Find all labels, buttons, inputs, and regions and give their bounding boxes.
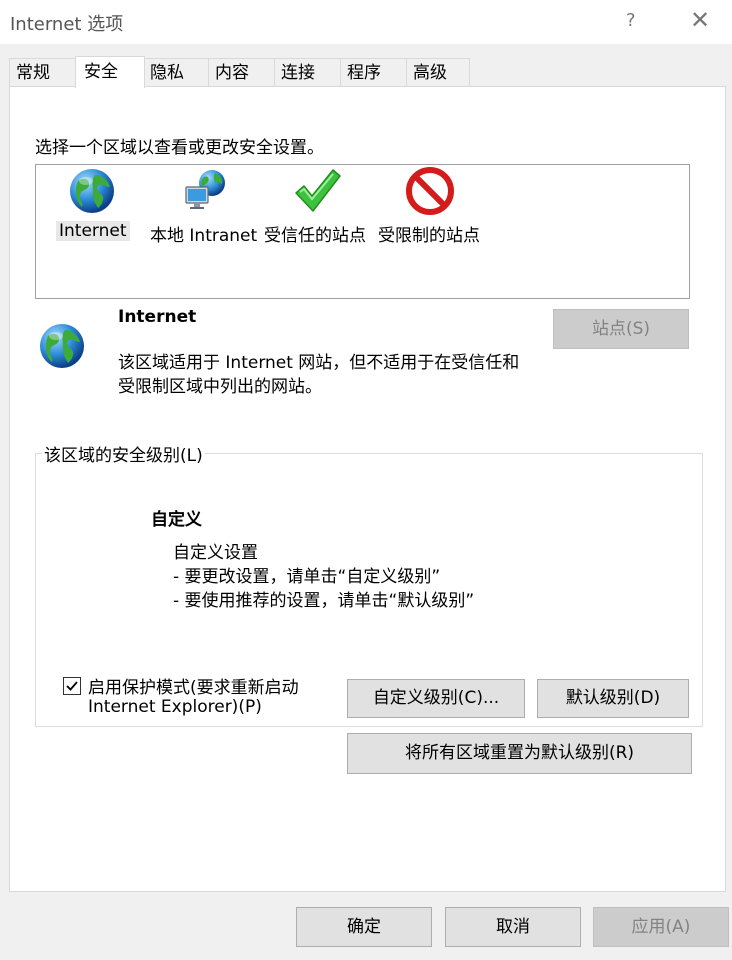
help-button[interactable]: ?	[626, 10, 636, 31]
prohibited-icon	[406, 167, 454, 215]
custom-level-button[interactable]: 自定义级别(C)...	[347, 679, 525, 718]
protected-mode-label-line1: 启用保护模式(要求重新启动	[88, 678, 299, 698]
zone-local-intranet[interactable]: 本地 Intranet	[150, 166, 265, 246]
security-level-desc-line2: - 要更改设置，请单击“自定义级别”	[173, 567, 441, 587]
zone-trusted-sites[interactable]: 受信任的站点	[264, 166, 379, 246]
ok-button[interactable]: 确定	[296, 907, 432, 947]
tab-programs[interactable]: 程序	[340, 58, 407, 86]
zone-restricted-sites[interactable]: 受限制的站点	[378, 166, 493, 246]
zone-description-line1: 该区域适用于 Internet 网站，但不适用于在受信任和	[118, 353, 520, 373]
security-level-name: 自定义	[151, 510, 202, 530]
zone-internet[interactable]: Internet	[56, 166, 132, 246]
tab-advanced[interactable]: 高级	[406, 58, 470, 86]
security-level-group-title: 该区域的安全级别(L)	[42, 441, 205, 466]
tab-content[interactable]: 内容	[208, 58, 275, 86]
zone-description-line2: 受限制区域中列出的网站。	[118, 377, 322, 397]
zone-name: Internet	[118, 307, 197, 327]
zone-label-local-intranet: 本地 Intranet	[150, 226, 258, 246]
reset-all-zones-button[interactable]: 将所有区域重置为默认级别(R)	[347, 733, 692, 774]
apply-button[interactable]: 应用(A)	[593, 907, 729, 947]
globe-icon	[70, 169, 114, 213]
checkmark-icon	[66, 681, 78, 691]
tab-general[interactable]: 常规	[9, 58, 76, 86]
globe-icon	[40, 324, 84, 368]
close-button[interactable]: ✕	[690, 6, 710, 34]
zone-label-trusted-sites: 受信任的站点	[264, 226, 366, 246]
protected-mode-label-line2: Internet Explorer)(P)	[88, 697, 262, 717]
default-level-button[interactable]: 默认级别(D)	[537, 679, 689, 718]
zone-prompt: 选择一个区域以查看或更改安全设置。	[35, 138, 324, 158]
sites-button[interactable]: 站点(S)	[553, 309, 689, 349]
tab-privacy[interactable]: 隐私	[143, 58, 209, 86]
security-level-desc-line1: 自定义设置	[173, 543, 258, 563]
cancel-button[interactable]: 取消	[445, 907, 581, 947]
protected-mode-checkbox[interactable]	[63, 677, 81, 695]
security-level-desc-line3: - 要使用推荐的设置，请单击“默认级别”	[173, 591, 475, 611]
zone-label-internet: Internet	[56, 221, 130, 241]
zone-label-restricted-sites: 受限制的站点	[378, 226, 480, 246]
checkmark-icon	[295, 169, 341, 212]
window-title: Internet 选项	[10, 14, 124, 35]
tab-connections[interactable]: 连接	[274, 58, 341, 86]
tab-security[interactable]: 安全	[75, 56, 145, 88]
network-computer-icon	[185, 170, 225, 209]
